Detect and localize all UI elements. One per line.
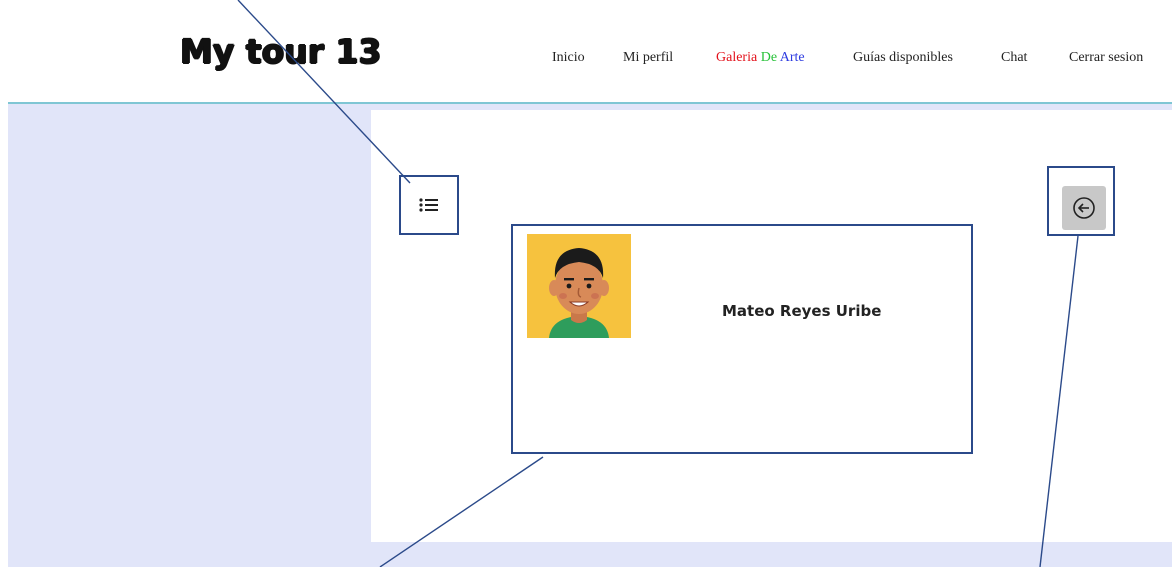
nav-link-galeria-de-arte[interactable]: Galeria De Arte	[716, 50, 805, 66]
arrow-left-circle-icon	[1073, 197, 1095, 219]
nav-arte-word: Arte	[779, 50, 805, 65]
nav-link-chat[interactable]: Chat	[1001, 50, 1027, 66]
nav-link-cerrar-sesion[interactable]: Cerrar sesion	[1069, 50, 1143, 66]
nav-link-inicio[interactable]: Inicio	[552, 50, 585, 66]
top-nav: Inicio Mi perfil Galeria De Arte Guías d…	[0, 50, 1172, 74]
nav-link-mi-perfil[interactable]: Mi perfil	[623, 50, 673, 66]
guide-name: Mateo Reyes Uribe	[722, 302, 882, 320]
back-button[interactable]	[1062, 186, 1106, 230]
nav-link-guias-disponibles[interactable]: Guías disponibles	[853, 50, 953, 66]
nav-de-word: De	[760, 50, 778, 65]
list-icon	[419, 198, 438, 212]
avatar	[527, 234, 631, 338]
nav-galeria-word: Galeria	[716, 50, 758, 65]
menu-list-button[interactable]	[399, 175, 459, 235]
